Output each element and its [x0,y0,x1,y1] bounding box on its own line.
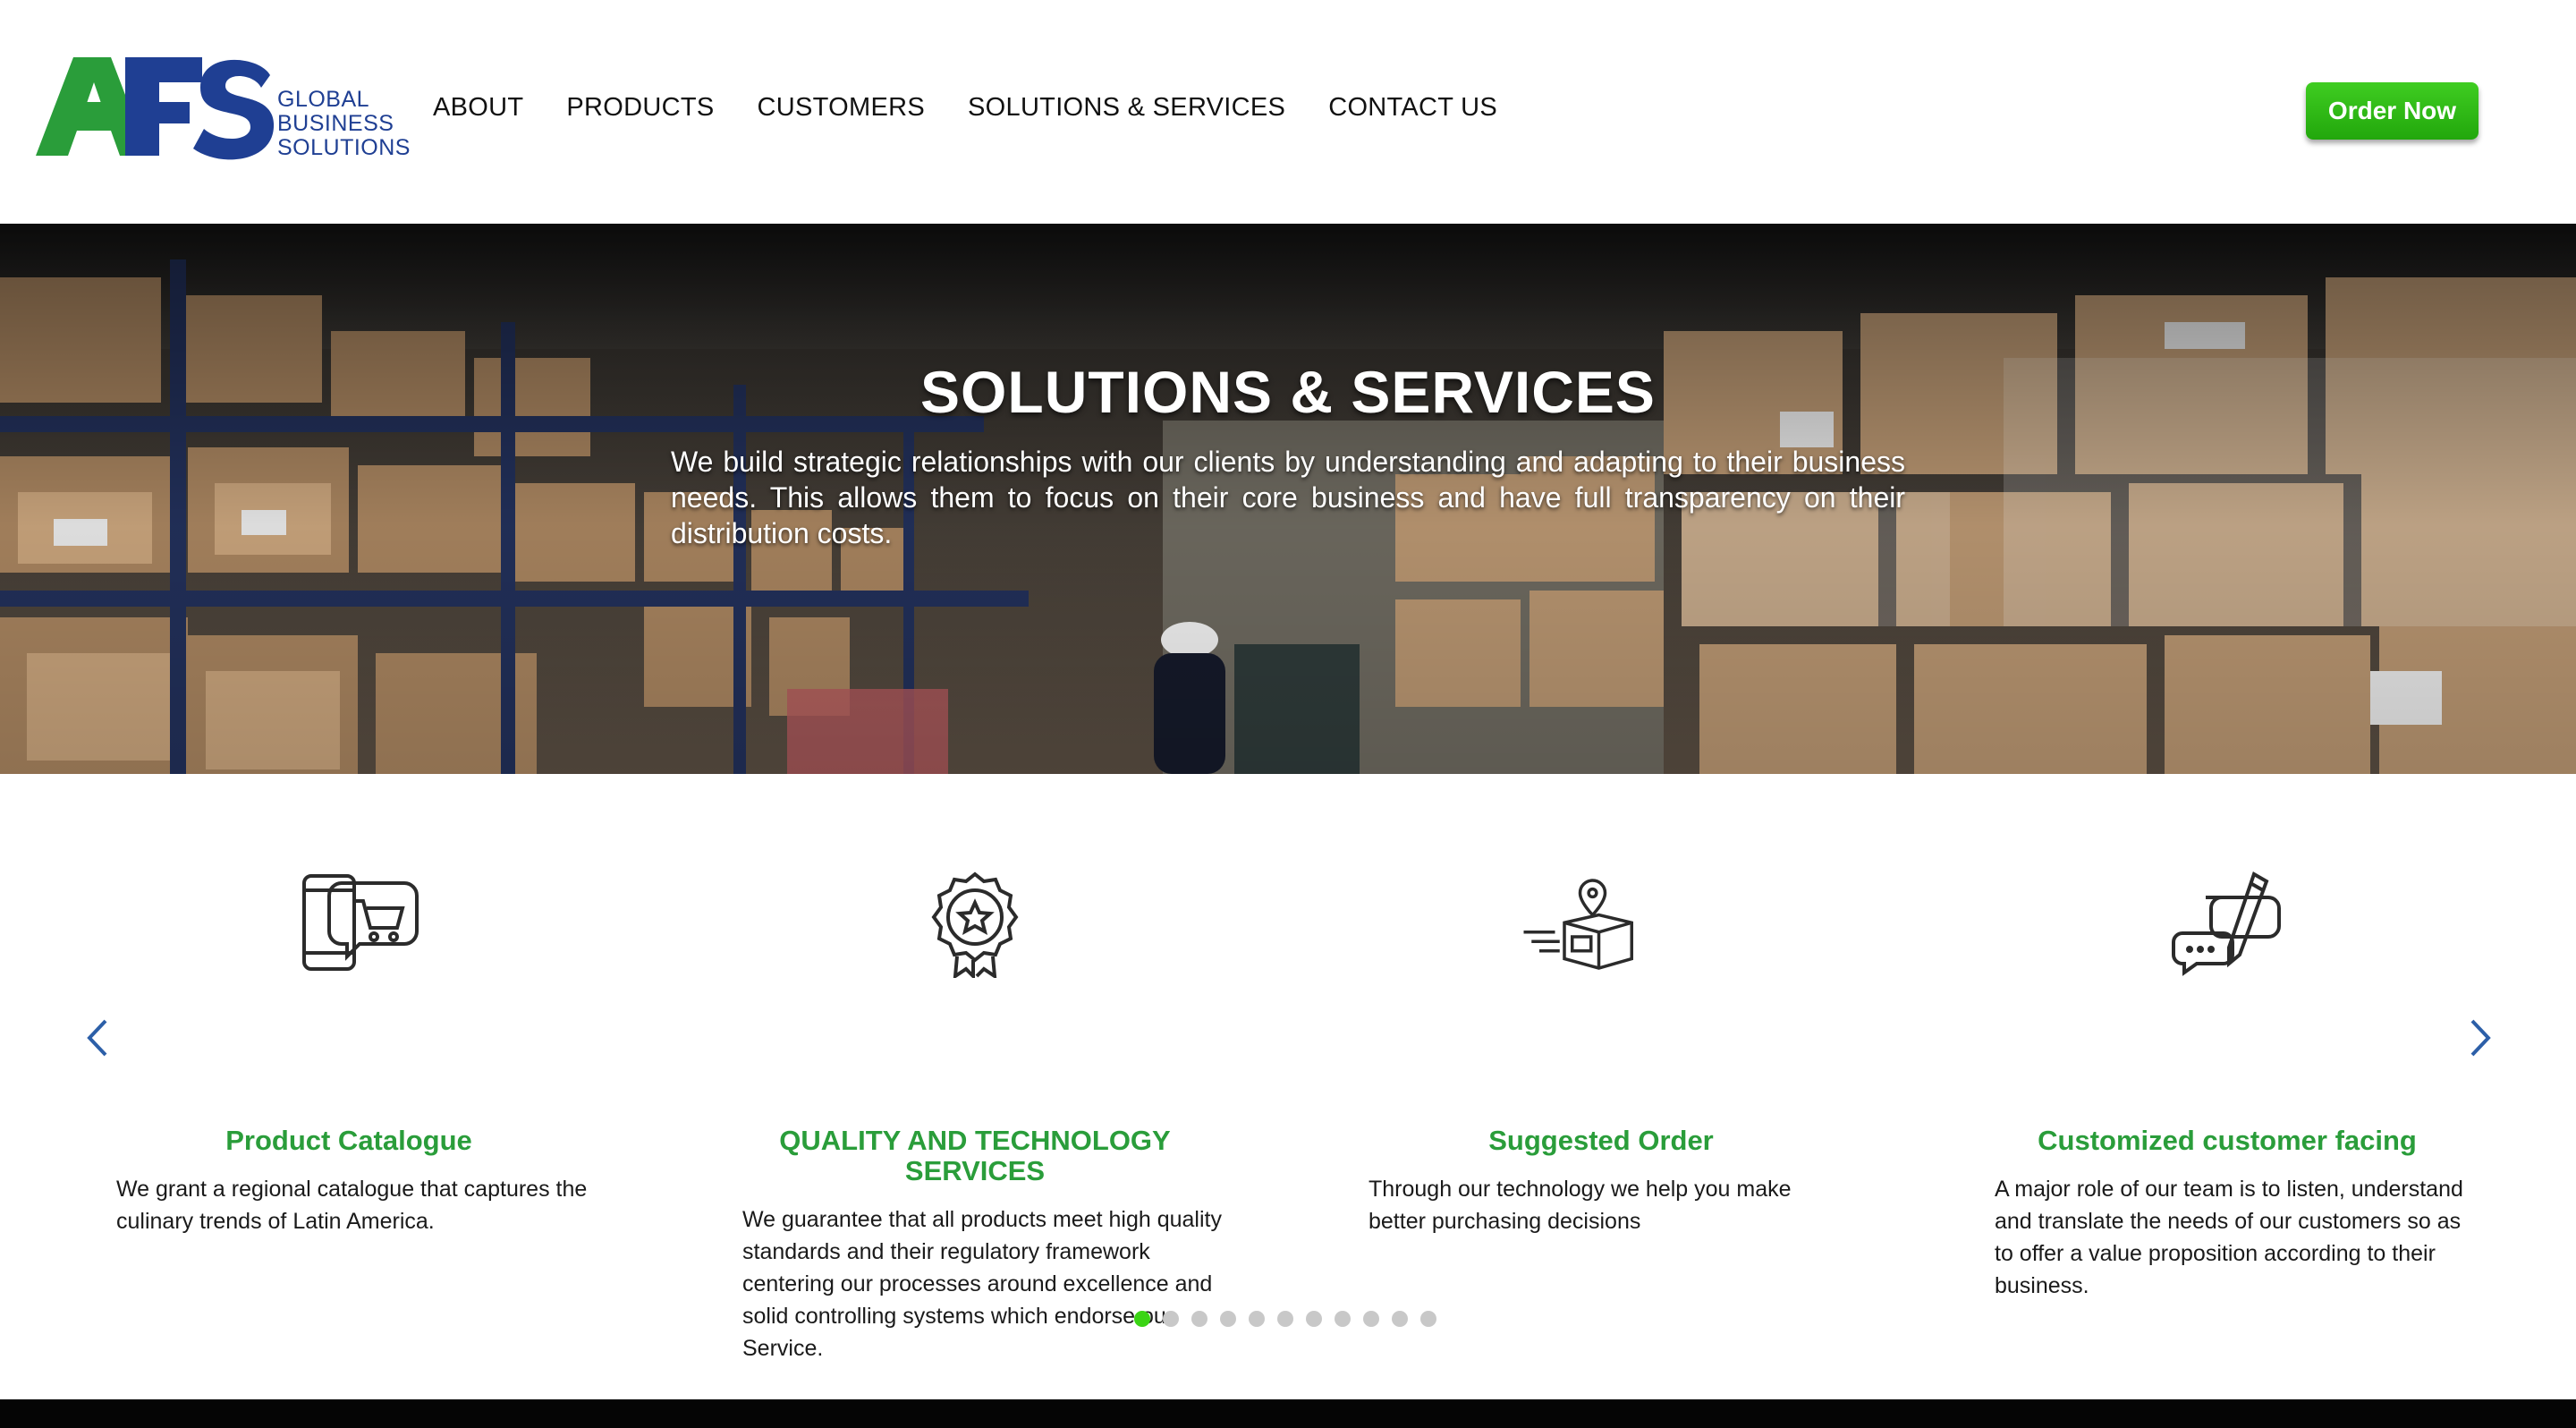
service-title: Suggested Order [1488,1125,1714,1156]
footer-bar [0,1399,2576,1428]
nav-solutions-services[interactable]: SOLUTIONS & SERVICES [968,93,1285,123]
pagination-dot[interactable] [1277,1311,1293,1327]
logo-tagline: GLOBAL BUSINESS SOLUTIONS [277,88,411,160]
hero-description: We build strategic relationships with ou… [671,446,1905,549]
service-text: A major role of our team is to listen, u… [1995,1177,2463,1298]
afs-logo-mark [36,57,275,160]
service-title: Product Catalogue [225,1125,472,1156]
pagination-dot[interactable] [1335,1311,1351,1327]
service-title: QUALITY AND TECHNOLOGY SERVICES [779,1125,1171,1186]
services-slider: Product Catalogue We grant a regional ca… [0,774,2576,1400]
logo-tagline-line: GLOBAL [277,87,370,112]
delivery-box-pin-icon [1523,879,1633,970]
pagination-dot[interactable] [1249,1311,1265,1327]
hero-title: SOLUTIONS & SERVICES [920,359,1656,425]
pagination-dot[interactable] [1306,1311,1322,1327]
nav-products[interactable]: PRODUCTS [566,93,714,123]
mobile-cart-icon [302,874,419,971]
chevron-left-icon[interactable] [80,1016,116,1060]
logo-tagline-line: BUSINESS [277,111,394,136]
pagination-dot-active[interactable] [1134,1311,1150,1327]
nav-about[interactable]: ABOUT [433,93,523,123]
award-badge-icon [931,871,1019,978]
site-header: GLOBAL BUSINESS SOLUTIONS ABOUT PRODUCTS… [0,0,2576,224]
service-title: Customized customer facing [2038,1125,2417,1156]
slider-pagination [1134,1311,1436,1327]
pagination-dot[interactable] [1363,1311,1379,1327]
chevron-right-icon[interactable] [2462,1016,2497,1060]
logo-tagline-line: SOLUTIONS [277,135,411,160]
pagination-dot[interactable] [1191,1311,1208,1327]
chat-pencil-icon [2172,871,2281,976]
nav-contact-us[interactable]: CONTACT US [1328,93,1497,123]
main-nav: ABOUT PRODUCTS CUSTOMERS SOLUTIONS & SER… [433,93,1540,123]
service-text: Through our technology we help you make … [1368,1177,1792,1234]
afs-logo[interactable]: GLOBAL BUSINESS SOLUTIONS [36,52,410,163]
order-now-button[interactable]: Order Now [2306,82,2479,140]
pagination-dot[interactable] [1220,1311,1236,1327]
service-text: We grant a regional catalogue that captu… [116,1177,588,1234]
service-text: We guarantee that all products meet high… [742,1207,1222,1361]
nav-customers[interactable]: CUSTOMERS [758,93,925,123]
hero-banner: SOLUTIONS & SERVICES We build strategic … [0,224,2576,774]
pagination-dot[interactable] [1392,1311,1408,1327]
pagination-dot[interactable] [1163,1311,1179,1327]
pagination-dot[interactable] [1420,1311,1436,1327]
